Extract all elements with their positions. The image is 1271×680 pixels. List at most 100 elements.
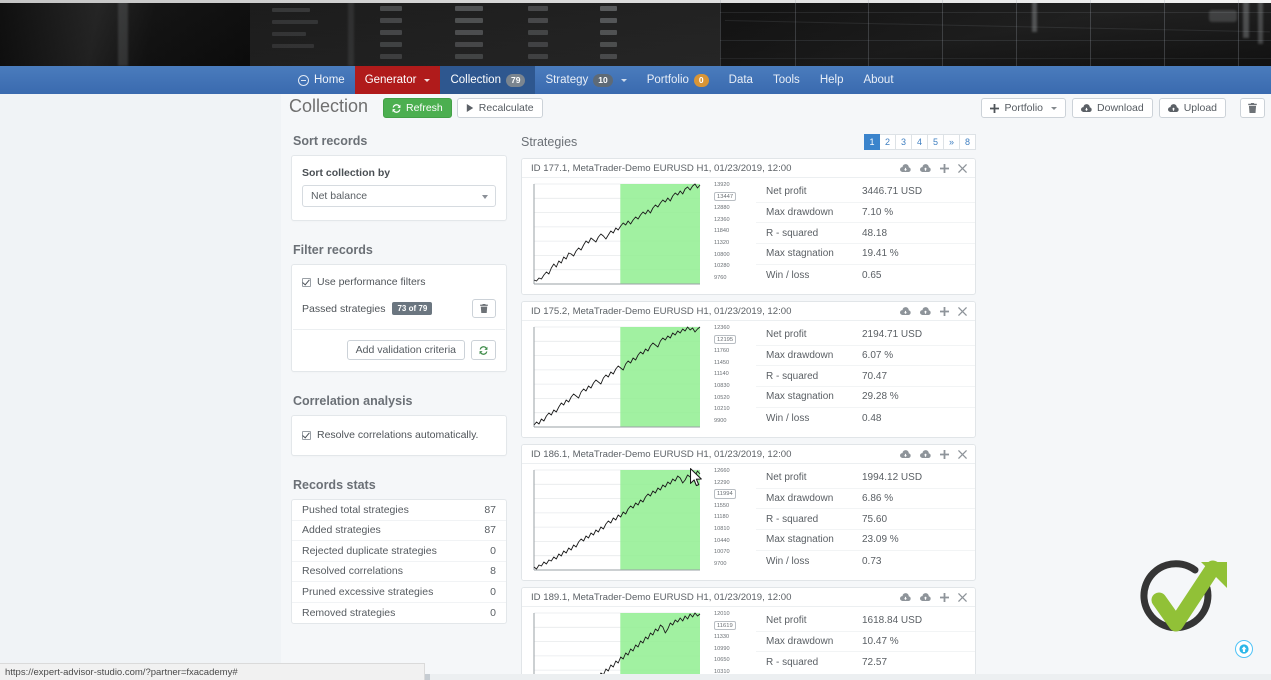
metric-value: 48.18 xyxy=(862,228,887,239)
strategy-metrics: Net profit1618.84 USDMax drawdown10.47 %… xyxy=(756,607,975,680)
upload-label: Upload xyxy=(1184,102,1217,114)
strategy-card-actions xyxy=(900,593,967,602)
nav-label-data: Data xyxy=(729,66,753,94)
metric-label: Net profit xyxy=(766,329,862,340)
chart-y-tick: 11760 xyxy=(714,346,754,358)
recalculate-label: Recalculate xyxy=(479,102,534,114)
chart-y-tick: 12660 xyxy=(714,466,754,478)
metric-value: 10.47 % xyxy=(862,636,899,647)
download-strategy-icon[interactable] xyxy=(900,164,911,173)
strategy-metrics: Net profit1994.12 USDMax drawdown6.86 %R… xyxy=(756,464,975,580)
chevron-down-icon xyxy=(424,79,430,82)
metric-label: R - squared xyxy=(766,371,862,382)
upload-strategy-icon[interactable] xyxy=(920,450,931,459)
nav-label-generator: Generator xyxy=(365,66,417,94)
metric-label: Max drawdown xyxy=(766,493,862,504)
nav-item-generator[interactable]: Generator xyxy=(355,66,441,94)
download-strategy-icon[interactable] xyxy=(900,593,911,602)
recalculate-button[interactable]: Recalculate xyxy=(457,98,543,118)
metric-label: Max drawdown xyxy=(766,350,862,361)
scroll-to-top-button[interactable] xyxy=(1235,640,1253,658)
download-button[interactable]: Download xyxy=(1072,98,1153,118)
metric-label: R - squared xyxy=(766,657,862,668)
chevron-down-icon xyxy=(621,79,627,82)
stat-label: Added strategies xyxy=(302,524,381,536)
strategy-card[interactable]: ID 186.1, MetaTrader-Demo EURUSD H1, 01/… xyxy=(521,444,976,581)
strategy-metrics: Net profit2194.71 USDMax drawdown6.07 %R… xyxy=(756,321,975,437)
strategies-column: Strategies 1 2 3 4 5 » 8 ID 177.1, MetaT… xyxy=(521,134,976,680)
page-button-4[interactable]: 4 xyxy=(912,134,928,150)
page-button-5[interactable]: 5 xyxy=(928,134,944,150)
equity-chart: 1236012195117601145011140108301052010210… xyxy=(522,321,756,437)
metric-value: 70.47 xyxy=(862,371,887,382)
sort-collection-by-select[interactable]: Net balance xyxy=(302,185,496,207)
strategy-card-actions xyxy=(900,164,967,173)
chart-y-tick: 12360 xyxy=(714,323,754,335)
nav-item-tools[interactable]: Tools xyxy=(763,66,810,94)
filter-records-panel: Use performance filters Passed strategie… xyxy=(291,264,507,372)
resolve-correlations-checkbox[interactable] xyxy=(302,431,311,440)
chart-y-tick: 11330 xyxy=(714,632,754,644)
trash-icon xyxy=(1248,103,1257,113)
nav-item-collection[interactable]: Collection 79 xyxy=(440,66,535,94)
nav-label-portfolio: Portfolio xyxy=(647,66,689,94)
refresh-button[interactable]: Refresh xyxy=(383,98,452,118)
nav-item-data[interactable]: Data xyxy=(719,66,763,94)
page-next-button[interactable]: » xyxy=(944,134,960,150)
main-navigation: Home Generator Collection 79 Strategy 10… xyxy=(0,66,1271,94)
nav-item-home[interactable]: Home xyxy=(288,66,355,94)
filter-records-title: Filter records xyxy=(293,243,507,257)
chart-y-tick: 10830 xyxy=(714,381,754,393)
nav-item-help[interactable]: Help xyxy=(810,66,854,94)
page-button-2[interactable]: 2 xyxy=(880,134,896,150)
nav-item-portfolio[interactable]: Portfolio 0 xyxy=(637,66,719,94)
page-last-button[interactable]: 8 xyxy=(960,134,976,150)
upload-button[interactable]: Upload xyxy=(1159,98,1226,118)
filter-actions: Add validation criteria xyxy=(302,340,496,360)
portfolio-button[interactable]: Portfolio xyxy=(981,98,1066,118)
close-strategy-icon[interactable] xyxy=(958,307,967,316)
page-left-gutter xyxy=(0,94,281,680)
strategy-card[interactable]: ID 175.2, MetaTrader-Demo EURUSD H1, 01/… xyxy=(521,301,976,438)
add-strategy-icon[interactable] xyxy=(940,593,949,602)
chart-current-value-label: 12195 xyxy=(714,335,754,347)
metric-value: 75.60 xyxy=(862,514,887,525)
chart-y-tick: 12010 xyxy=(714,609,754,621)
page-button-3[interactable]: 3 xyxy=(896,134,912,150)
add-strategy-icon[interactable] xyxy=(940,450,949,459)
strategy-card[interactable]: ID 177.1, MetaTrader-Demo EURUSD H1, 01/… xyxy=(521,158,976,295)
metric-label: Max stagnation xyxy=(766,391,862,402)
strategy-title: ID 175.2, MetaTrader-Demo EURUSD H1, 01/… xyxy=(531,306,791,317)
nav-item-strategy[interactable]: Strategy 10 xyxy=(535,66,636,94)
filter-divider xyxy=(293,329,505,330)
close-strategy-icon[interactable] xyxy=(958,450,967,459)
add-strategy-icon[interactable] xyxy=(940,307,949,316)
upload-strategy-icon[interactable] xyxy=(920,164,931,173)
refresh-icon xyxy=(392,104,401,113)
chart-y-tick: 10440 xyxy=(714,536,754,548)
upload-strategy-icon[interactable] xyxy=(920,593,931,602)
strategy-card[interactable]: ID 189.1, MetaTrader-Demo EURUSD H1, 01/… xyxy=(521,587,976,680)
add-validation-criteria-button[interactable]: Add validation criteria xyxy=(347,340,465,360)
chart-y-tick: 10210 xyxy=(714,404,754,416)
clear-filters-button[interactable] xyxy=(472,299,496,318)
download-strategy-icon[interactable] xyxy=(900,307,911,316)
page-button-1[interactable]: 1 xyxy=(864,134,880,150)
close-strategy-icon[interactable] xyxy=(958,164,967,173)
download-strategy-icon[interactable] xyxy=(900,450,911,459)
nav-item-about[interactable]: About xyxy=(853,66,903,94)
metric-value: 3446.71 USD xyxy=(862,186,922,197)
close-strategy-icon[interactable] xyxy=(958,593,967,602)
chart-y-tick: 9700 xyxy=(714,559,754,571)
metric-value: 0.73 xyxy=(862,556,881,567)
strategies-title: Strategies xyxy=(521,135,577,149)
metric-value: 19.41 % xyxy=(862,248,899,259)
add-strategy-icon[interactable] xyxy=(940,164,949,173)
resolve-correlations-row[interactable]: Resolve correlations automatically. xyxy=(302,429,496,441)
use-performance-filters-row[interactable]: Use performance filters xyxy=(302,276,496,288)
reset-filters-button[interactable] xyxy=(471,340,496,360)
upload-strategy-icon[interactable] xyxy=(920,307,931,316)
use-performance-filters-checkbox[interactable] xyxy=(302,278,311,287)
delete-collection-button[interactable] xyxy=(1240,98,1265,118)
equity-chart: 1266012290119941155011180108101044010070… xyxy=(522,464,756,580)
